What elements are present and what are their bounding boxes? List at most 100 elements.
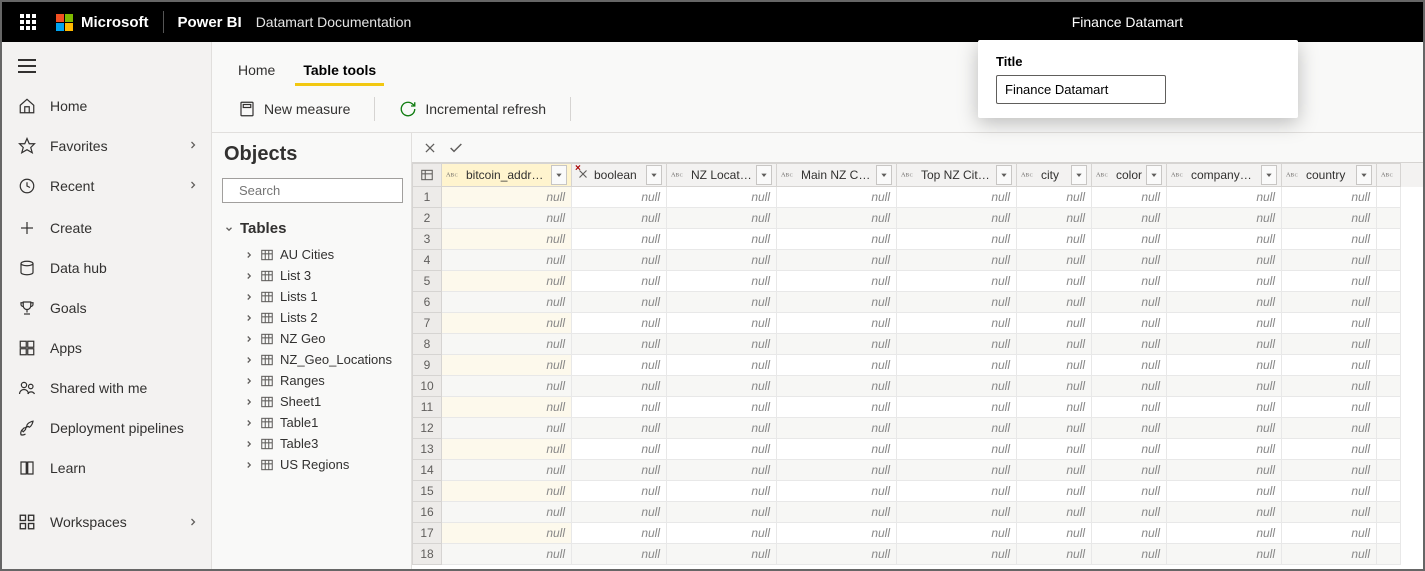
cell[interactable]: null [572, 355, 667, 376]
table-item[interactable]: AU Cities [222, 244, 403, 265]
nav-item-deployment-pipelines[interactable]: Deployment pipelines [2, 408, 211, 448]
cell[interactable]: null [1092, 271, 1167, 292]
table-item[interactable]: Table1 [222, 412, 403, 433]
row-number[interactable]: 15 [412, 481, 442, 502]
cell[interactable]: null [777, 376, 897, 397]
cell[interactable]: null [572, 250, 667, 271]
cell[interactable]: null [667, 523, 777, 544]
cell[interactable]: null [1092, 523, 1167, 544]
cell[interactable]: null [667, 334, 777, 355]
cell[interactable]: null [1167, 523, 1282, 544]
row-number[interactable]: 4 [412, 250, 442, 271]
nav-item-data-hub[interactable]: Data hub [2, 248, 211, 288]
cell[interactable]: null [777, 313, 897, 334]
cell[interactable] [1377, 502, 1401, 523]
table-row[interactable]: 2nullnullnullnullnullnullnullnullnull [412, 208, 1423, 229]
cell[interactable]: null [897, 376, 1017, 397]
cell[interactable]: null [667, 481, 777, 502]
table-item[interactable]: Sheet1 [222, 391, 403, 412]
cell[interactable]: null [897, 355, 1017, 376]
cell[interactable]: null [1092, 355, 1167, 376]
cell[interactable] [1377, 397, 1401, 418]
cell[interactable]: null [1282, 355, 1377, 376]
table-item[interactable]: Lists 2 [222, 307, 403, 328]
cell[interactable]: null [1092, 187, 1167, 208]
cell[interactable]: null [1017, 544, 1092, 565]
cell[interactable]: null [667, 439, 777, 460]
cell[interactable]: null [442, 208, 572, 229]
table-item[interactable]: US Regions [222, 454, 403, 475]
cell[interactable]: null [442, 397, 572, 418]
cell[interactable]: null [572, 229, 667, 250]
cell[interactable]: null [572, 313, 667, 334]
column-header[interactable]: ABC color [1092, 163, 1167, 187]
objects-search[interactable] [222, 178, 403, 203]
cell[interactable]: null [897, 397, 1017, 418]
column-header[interactable]: ABC NZ Locations [667, 163, 777, 187]
cell[interactable]: null [667, 250, 777, 271]
cell[interactable]: null [1167, 481, 1282, 502]
cell[interactable]: null [1282, 208, 1377, 229]
row-number[interactable]: 3 [412, 229, 442, 250]
cell[interactable]: null [572, 418, 667, 439]
nav-toggle-button[interactable] [2, 46, 211, 86]
column-header[interactable]: ABC Top NZ Cities [897, 163, 1017, 187]
cell[interactable]: null [1282, 481, 1377, 502]
cell[interactable]: null [667, 292, 777, 313]
row-number[interactable]: 8 [412, 334, 442, 355]
column-header[interactable]: ABC Main NZ Cities [777, 163, 897, 187]
table-row[interactable]: 12nullnullnullnullnullnullnullnullnull [412, 418, 1423, 439]
cell[interactable]: null [1092, 250, 1167, 271]
cell[interactable]: null [667, 397, 777, 418]
incremental-refresh-button[interactable]: Incremental refresh [389, 94, 556, 124]
nav-item-create[interactable]: Create [2, 208, 211, 248]
cell[interactable]: null [1017, 376, 1092, 397]
column-filter-button[interactable] [876, 165, 892, 185]
cell[interactable]: null [897, 208, 1017, 229]
cell[interactable]: null [1092, 292, 1167, 313]
cell[interactable]: null [572, 187, 667, 208]
cell[interactable]: null [1167, 292, 1282, 313]
search-input[interactable] [239, 183, 415, 198]
cell[interactable]: null [1092, 460, 1167, 481]
cell[interactable] [1377, 418, 1401, 439]
cell[interactable]: null [777, 187, 897, 208]
column-filter-button[interactable] [1261, 165, 1277, 185]
column-filter-button[interactable] [1356, 165, 1372, 185]
cell[interactable]: null [1167, 229, 1282, 250]
cell[interactable]: null [1092, 334, 1167, 355]
nav-item-recent[interactable]: Recent [2, 166, 211, 206]
column-filter-button[interactable] [1146, 165, 1162, 185]
cell[interactable]: null [1017, 460, 1092, 481]
cell[interactable]: null [667, 502, 777, 523]
cell[interactable]: null [1282, 544, 1377, 565]
cell[interactable]: null [442, 418, 572, 439]
cell[interactable]: null [1017, 208, 1092, 229]
cell[interactable]: null [777, 418, 897, 439]
cell[interactable]: null [1092, 439, 1167, 460]
cell[interactable]: null [1282, 187, 1377, 208]
cell[interactable]: null [897, 250, 1017, 271]
cell[interactable]: null [442, 313, 572, 334]
cell[interactable]: null [1092, 313, 1167, 334]
cell[interactable]: null [777, 460, 897, 481]
cell[interactable]: null [1282, 460, 1377, 481]
tab-home[interactable]: Home [224, 52, 289, 86]
select-all-cell[interactable] [412, 163, 442, 187]
row-number[interactable]: 7 [412, 313, 442, 334]
cell[interactable]: null [777, 355, 897, 376]
cell[interactable]: null [777, 481, 897, 502]
cell[interactable]: null [1167, 397, 1282, 418]
table-row[interactable]: 14nullnullnullnullnullnullnullnullnull [412, 460, 1423, 481]
cell[interactable]: null [1282, 397, 1377, 418]
table-item[interactable]: List 3 [222, 265, 403, 286]
cell[interactable]: null [1017, 502, 1092, 523]
cell[interactable] [1377, 208, 1401, 229]
table-row[interactable]: 10nullnullnullnullnullnullnullnullnull [412, 376, 1423, 397]
cell[interactable]: null [667, 355, 777, 376]
row-number[interactable]: 13 [412, 439, 442, 460]
cell[interactable] [1377, 439, 1401, 460]
cell[interactable]: null [442, 376, 572, 397]
cell[interactable]: null [1017, 292, 1092, 313]
cell[interactable]: null [1092, 229, 1167, 250]
